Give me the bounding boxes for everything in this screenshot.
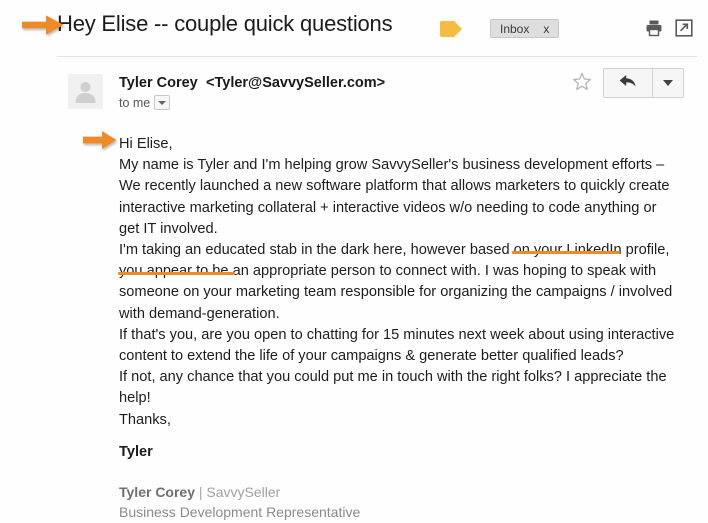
body-paragraph-4: If not, any chance that you could put me… [119, 369, 667, 407]
inbox-label-chip[interactable]: Inbox x [490, 19, 560, 38]
annotation-underline-linkedin-profile [118, 272, 235, 275]
body-paragraph-3: If that's you, are you open to chatting … [119, 326, 675, 365]
body-paragraph-1: My name is Tyler and I'm helping grow Sa… [119, 157, 670, 237]
reply-more-button[interactable] [653, 69, 683, 97]
inbox-label-text: Inbox [500, 22, 530, 36]
header-divider [57, 56, 697, 57]
print-icon[interactable] [645, 19, 663, 37]
message-view: Hey Elise -- couple quick questions Inbo… [0, 0, 708, 523]
sender-name[interactable]: Tyler Corey [119, 75, 198, 91]
reply-button[interactable] [604, 69, 653, 97]
signature-role: Business Development Representative [119, 504, 361, 520]
label-tag-body [440, 21, 455, 37]
signature-person: Tyler Corey [119, 484, 195, 500]
avatar[interactable] [68, 74, 103, 109]
open-in-new-window-icon[interactable] [675, 19, 693, 37]
signature-block: Tyler Corey | SavvySeller Business Devel… [119, 482, 360, 522]
orange-arrow-icon-greeting [83, 130, 117, 155]
inbox-label-remove[interactable]: x [543, 22, 549, 36]
message-body: Hi Elise, My name is Tyler and I'm helpi… [119, 134, 679, 431]
reply-arrow-icon [618, 73, 638, 94]
chevron-down-icon[interactable] [154, 95, 171, 111]
signature-line-1: Tyler Corey | SavvySeller [119, 482, 360, 502]
message-header: Hey Elise -- couple quick questions Inbo… [0, 0, 708, 52]
recipient-text: to me [119, 96, 151, 110]
signoff-name: Tyler [119, 444, 153, 460]
orange-arrow-icon-subject [22, 14, 64, 41]
greeting-line: Hi Elise, [119, 136, 173, 152]
reply-button-group[interactable] [603, 68, 684, 98]
star-outline-icon[interactable] [572, 72, 592, 92]
closing-line: Thanks, [119, 411, 171, 428]
paragraph-2-pre: I'm taking an educated stab in the dark … [119, 242, 470, 259]
signature-company: SavvySeller [206, 484, 281, 500]
sender-email[interactable]: <Tyler@SavvySeller.com> [206, 75, 385, 91]
recipient-line[interactable]: to me [119, 95, 171, 111]
label-tag-point [454, 21, 462, 37]
page-title: Hey Elise -- couple quick questions [57, 11, 393, 36]
signature-separator: | [195, 484, 207, 500]
annotation-underline-based-on-your [512, 251, 620, 254]
sender-row: Tyler Corey <Tyler@SavvySeller.com> to m… [0, 66, 708, 118]
